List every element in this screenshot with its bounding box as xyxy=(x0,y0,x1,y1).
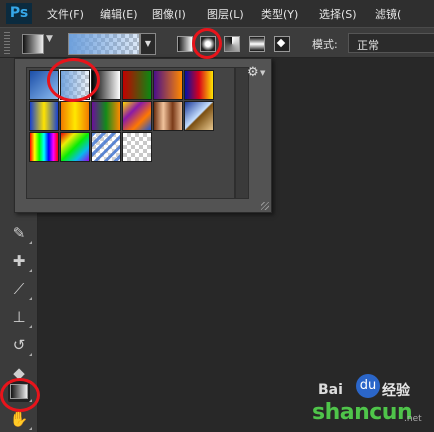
highlight-selected-gradient xyxy=(47,58,100,102)
chevron-down-icon[interactable]: ▼ xyxy=(46,34,53,44)
chevron-down-icon[interactable]: ▼ xyxy=(260,69,265,77)
healing-brush-tool[interactable]: ✚ xyxy=(8,250,32,272)
gradient-swatch-blue-yellow-blue[interactable] xyxy=(29,101,59,131)
menu-type[interactable]: 类型(Y) xyxy=(261,6,298,22)
gradient-swatch-transparent-checker[interactable] xyxy=(122,132,152,162)
menu-layer[interactable]: 图层(L) xyxy=(207,6,244,22)
photoshop-logo: Ps xyxy=(6,3,32,24)
gradient-swatch-chrome[interactable] xyxy=(184,101,214,131)
angle-gradient-icon[interactable] xyxy=(224,36,240,52)
gradient-swatch-red-green[interactable] xyxy=(122,70,152,100)
highlight-gradient-tool xyxy=(0,378,40,412)
eyedropper-tool[interactable]: ✎ xyxy=(8,222,32,244)
diamond-gradient-icon[interactable] xyxy=(274,36,290,52)
options-bar-grip[interactable] xyxy=(4,32,10,54)
highlight-radial-button xyxy=(192,28,222,59)
gradient-editor-swatch[interactable] xyxy=(68,33,140,55)
menu-filter[interactable]: 滤镜( xyxy=(375,6,401,22)
shancun-watermark: shancun xyxy=(312,400,413,425)
menu-file[interactable]: 文件(F) xyxy=(47,6,84,22)
mode-label: 模式: xyxy=(312,38,338,51)
gear-icon[interactable]: ⚙ xyxy=(247,65,259,80)
tool-preset-icon[interactable] xyxy=(22,34,44,54)
gradient-swatch-orange-yellow-orange[interactable] xyxy=(60,101,90,131)
gradient-swatch-transparent-rainbow[interactable] xyxy=(60,132,90,162)
gradient-swatch-blue-red-yellow[interactable] xyxy=(184,70,214,100)
menu-bar: Ps 文件(F) 编辑(E) 图像(I) 图层(L) 类型(Y) 选择(S) 滤… xyxy=(0,0,434,27)
brush-tool[interactable]: ⟋ xyxy=(8,278,32,300)
gradient-picker-dropdown-button[interactable]: ▼ xyxy=(140,33,156,55)
baidu-paw-icon: du xyxy=(356,374,380,398)
gradient-swatch-spectrum[interactable] xyxy=(29,132,59,162)
menu-edit[interactable]: 编辑(E) xyxy=(100,6,138,22)
reflected-gradient-icon[interactable] xyxy=(249,36,265,52)
gradient-swatch-copper[interactable] xyxy=(153,101,183,131)
gradient-swatch-violet-green-orange[interactable] xyxy=(91,101,121,131)
gradient-picker-scrollbar[interactable] xyxy=(235,67,249,199)
jingyan-watermark: 经验 xyxy=(382,383,410,399)
history-brush-tool[interactable]: ↺ xyxy=(8,334,32,356)
linear-gradient-icon[interactable] xyxy=(177,36,193,52)
menu-image[interactable]: 图像(I) xyxy=(152,6,186,22)
menu-select[interactable]: 选择(S) xyxy=(319,6,357,22)
clone-stamp-tool[interactable]: ⊥ xyxy=(8,306,32,328)
shancun-domain: .net xyxy=(404,414,422,424)
resize-handle[interactable] xyxy=(261,202,269,210)
gradient-swatch-yellow-violet-orange-blue[interactable] xyxy=(122,101,152,131)
gradient-swatch-transparent-stripes[interactable] xyxy=(91,132,121,162)
gradient-swatch-violet-orange[interactable] xyxy=(153,70,183,100)
baidu-watermark: Bai xyxy=(318,382,343,398)
blend-mode-select[interactable]: 正常 xyxy=(348,33,434,53)
